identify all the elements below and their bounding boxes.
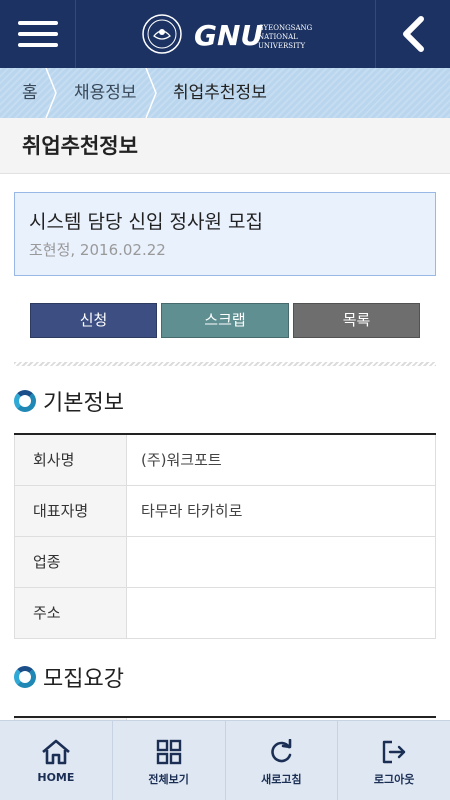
ring-bullet-icon	[14, 666, 36, 688]
job-title: 시스템 담당 신입 정사원 모집	[29, 211, 263, 233]
ring-bullet-icon	[14, 390, 36, 412]
nav-refresh-label: 새로고침	[261, 773, 302, 786]
refresh-icon	[271, 739, 292, 763]
breadcrumb-jobs[interactable]: 채용정보	[74, 68, 137, 118]
row-label: 대표자명	[15, 486, 127, 536]
page-title-bar: 취업추천정보	[0, 118, 450, 174]
row-value	[127, 537, 435, 587]
breadcrumb-current: 취업추천정보	[173, 83, 267, 103]
row-label: 주소	[15, 588, 127, 638]
breadcrumb: 홈 채용정보 취업추천정보	[0, 68, 450, 118]
logo-mark: GNU	[194, 19, 263, 52]
row-value: (주)워크포트	[141, 451, 222, 469]
nav-all[interactable]: 전체보기	[113, 721, 226, 800]
grid-icon	[156, 739, 181, 765]
logo-line-3: UNIVERSITY	[258, 42, 305, 50]
scrap-button[interactable]: 스크랩	[161, 303, 289, 338]
hamburger-icon	[17, 14, 58, 54]
row-value	[127, 588, 435, 638]
list-button[interactable]: 목록	[293, 303, 420, 338]
breadcrumb-home[interactable]: 홈	[22, 68, 38, 118]
nav-home[interactable]: HOME	[0, 721, 113, 800]
logo-line-2: NATIONAL	[258, 33, 298, 41]
back-button[interactable]	[375, 0, 450, 68]
divider	[14, 362, 436, 366]
job-meta: 조현정, 2016.02.22	[29, 241, 166, 259]
nav-home-label: HOME	[37, 771, 75, 784]
job-summary-card: 시스템 담당 신입 정사원 모집 조현정, 2016.02.22	[14, 192, 436, 276]
university-logo: GNU GYEONGSANG NATIONAL UNIVERSITY	[142, 14, 313, 54]
basic-info-heading: 기본정보	[14, 386, 124, 416]
row-label: 회사명	[15, 435, 127, 485]
app-header: GNU GYEONGSANG NATIONAL UNIVERSITY	[0, 0, 450, 68]
nav-logout[interactable]: 로그아웃	[338, 721, 450, 800]
table-row: 주소	[14, 588, 436, 639]
page-title: 취업추천정보	[22, 134, 138, 158]
apply-button[interactable]: 신청	[30, 303, 157, 338]
breadcrumb-separator-icon	[45, 68, 57, 118]
chevron-left-icon	[403, 16, 424, 52]
row-label: 업종	[15, 537, 127, 587]
row-value: 타무라 타카히로	[141, 502, 243, 520]
section-title-recruit-info: 모집요강	[43, 667, 124, 692]
section-title-basic-info: 기본정보	[43, 391, 124, 416]
home-icon	[42, 739, 70, 765]
menu-button[interactable]	[0, 0, 76, 68]
table-row: 회사명 (주)워크포트	[14, 435, 436, 486]
bottom-navigation: HOME 전체보기 새로고침 로그아웃	[0, 720, 450, 800]
table-row: 대표자명 타무라 타카히로	[14, 486, 436, 537]
logo-line-1: GYEONGSANG	[258, 24, 313, 32]
basic-info-table: 회사명 (주)워크포트 대표자명 타무라 타카히로 업종 주소	[14, 433, 436, 639]
recruit-info-heading: 모집요강	[14, 662, 124, 692]
breadcrumb-separator-icon	[145, 68, 157, 118]
nav-refresh[interactable]: 새로고침	[226, 721, 339, 800]
nav-logout-label: 로그아웃	[373, 773, 415, 786]
logout-icon	[382, 740, 406, 764]
table-row: 업종	[14, 537, 436, 588]
nav-all-label: 전체보기	[148, 773, 189, 786]
